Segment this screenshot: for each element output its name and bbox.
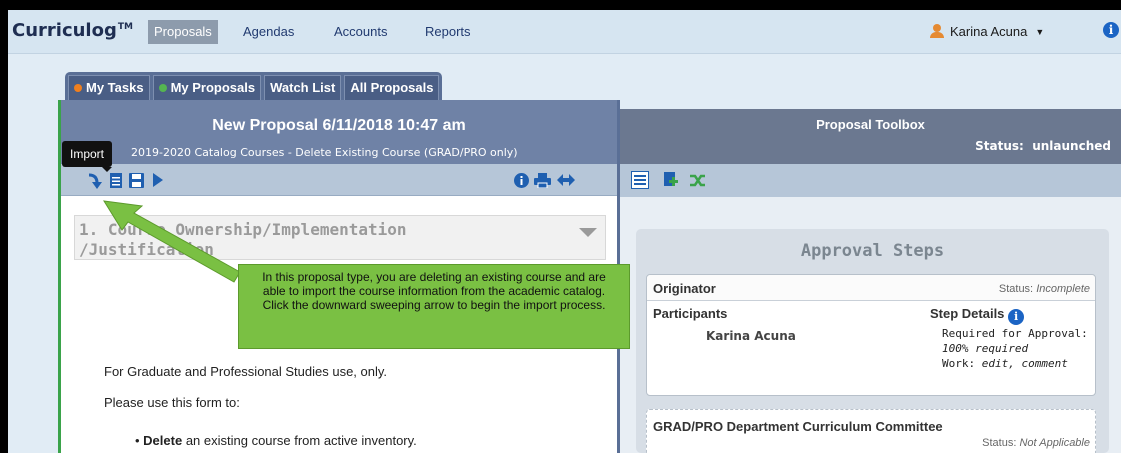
logo-text: Curriculog xyxy=(12,20,117,41)
step-card-header: Originator Status: Incomplete xyxy=(647,275,1095,301)
step-status-label: Status: xyxy=(982,437,1017,449)
intro-text: For Graduate and Professional Studies us… xyxy=(104,364,388,379)
info-icon[interactable]: i xyxy=(1008,309,1025,325)
proposal-title: New Proposal 6/11/2018 10:47 am xyxy=(212,117,466,134)
step-name: Originator xyxy=(653,281,716,296)
list-icon[interactable] xyxy=(631,171,649,189)
user-name: Karina Acuna xyxy=(950,24,1028,39)
instruction-text: Please use this form to: xyxy=(104,395,240,410)
logo-tm: TM xyxy=(117,22,133,32)
import-tooltip: Import xyxy=(62,141,113,172)
proposal-header: New Proposal 6/11/2018 10:47 am 2019-202… xyxy=(61,100,617,164)
subtab-my-tasks[interactable]: My Tasks xyxy=(68,75,150,100)
top-nav: CurriculogTM Proposals Agendas Accounts … xyxy=(8,10,1121,54)
document-icon[interactable] xyxy=(109,173,123,188)
status-value: unlaunched xyxy=(1032,139,1111,153)
add-document-icon[interactable] xyxy=(662,172,678,189)
instruction-callout: In this proposal type, you are deleting … xyxy=(238,264,630,349)
bullet-text: an existing course from active inventory… xyxy=(182,433,417,448)
participant-name: Karina Acuna xyxy=(706,329,796,343)
step-status: Status: Not Applicable xyxy=(982,437,1090,449)
participants-label: Participants xyxy=(653,306,728,321)
step-status-value: Incomplete xyxy=(1036,283,1090,295)
chevron-down-icon[interactable] xyxy=(579,228,597,237)
step-name: GRAD/PRO Department Curriculum Committee xyxy=(653,419,943,434)
nav-tab-agendas[interactable]: Agendas xyxy=(237,20,300,44)
nav-tab-accounts[interactable]: Accounts xyxy=(328,20,393,44)
work-value: edit, comment xyxy=(981,357,1068,370)
subtab-label: My Proposals xyxy=(170,80,256,95)
status-dot-icon xyxy=(158,84,167,92)
toolbox-toolbar xyxy=(620,164,1121,197)
expand-horizontal-icon[interactable] xyxy=(557,174,575,186)
toolbox-title: Proposal Toolbox xyxy=(816,117,925,132)
step-card-committee[interactable]: GRAD/PRO Department Curriculum Committee… xyxy=(646,409,1096,453)
approval-steps-title: Approval Steps xyxy=(800,241,945,261)
user-menu[interactable]: Karina Acuna ▼ xyxy=(930,24,1044,39)
required-value: 100% required xyxy=(942,342,1029,355)
approval-steps: Approval Steps Originator Status: Incomp… xyxy=(636,229,1109,453)
step-status: Status: Incomplete xyxy=(999,283,1090,295)
status-label: Status: xyxy=(975,139,1024,153)
status-dot-icon xyxy=(74,84,82,92)
nav-tab-reports[interactable]: Reports xyxy=(419,20,477,44)
step-details-label[interactable]: Step Details i xyxy=(930,306,1025,325)
save-icon[interactable] xyxy=(129,173,144,188)
nav-tab-proposals[interactable]: Proposals xyxy=(148,20,218,44)
toolbox-status: Status: unlaunched xyxy=(975,139,1111,153)
bullet-bold: Delete xyxy=(143,433,183,448)
required-label: Required for Approval: xyxy=(942,327,1088,340)
app-window: CurriculogTM Proposals Agendas Accounts … xyxy=(8,10,1121,453)
subtab-label: My Tasks xyxy=(86,80,144,95)
caret-down-icon: ▼ xyxy=(1035,27,1045,37)
proposal-subtabs: My Tasks My Proposals Watch List All Pro… xyxy=(65,72,443,100)
step-details-text: Step Details xyxy=(930,306,1005,321)
proposal-subtitle: 2019-2020 Catalog Courses - Delete Exist… xyxy=(131,146,518,159)
import-arrow-icon[interactable] xyxy=(87,172,103,190)
subtab-my-proposals[interactable]: My Proposals xyxy=(152,75,262,100)
section-title: 1. Course Ownership/Implementation /Just… xyxy=(79,220,407,259)
info-circle-icon[interactable] xyxy=(514,173,529,188)
subtab-all-proposals[interactable]: All Proposals xyxy=(344,75,440,100)
step-card-originator[interactable]: Originator Status: Incomplete Participan… xyxy=(646,274,1096,396)
step-status-value: Not Applicable xyxy=(1019,437,1090,449)
print-icon[interactable] xyxy=(534,173,551,188)
bullet-delete: • Delete an existing course from active … xyxy=(135,433,417,448)
proposal-toolbar xyxy=(61,164,617,196)
work-label: Work: xyxy=(942,357,976,370)
app-logo[interactable]: CurriculogTM xyxy=(12,20,133,41)
section-header[interactable]: 1. Course Ownership/Implementation /Just… xyxy=(74,215,606,260)
subtab-watch-list[interactable]: Watch List xyxy=(264,75,342,100)
shuffle-icon[interactable] xyxy=(690,173,707,188)
toolbox-body: Approval Steps Originator Status: Incomp… xyxy=(620,197,1121,453)
user-icon xyxy=(930,24,944,38)
work-row: Work: edit, comment xyxy=(942,357,1068,370)
step-status-label: Status: xyxy=(998,283,1034,295)
play-icon[interactable] xyxy=(153,173,163,187)
info-icon[interactable]: i xyxy=(1103,22,1119,38)
toolbox-header: Proposal Toolbox Status: unlaunched xyxy=(620,109,1121,164)
